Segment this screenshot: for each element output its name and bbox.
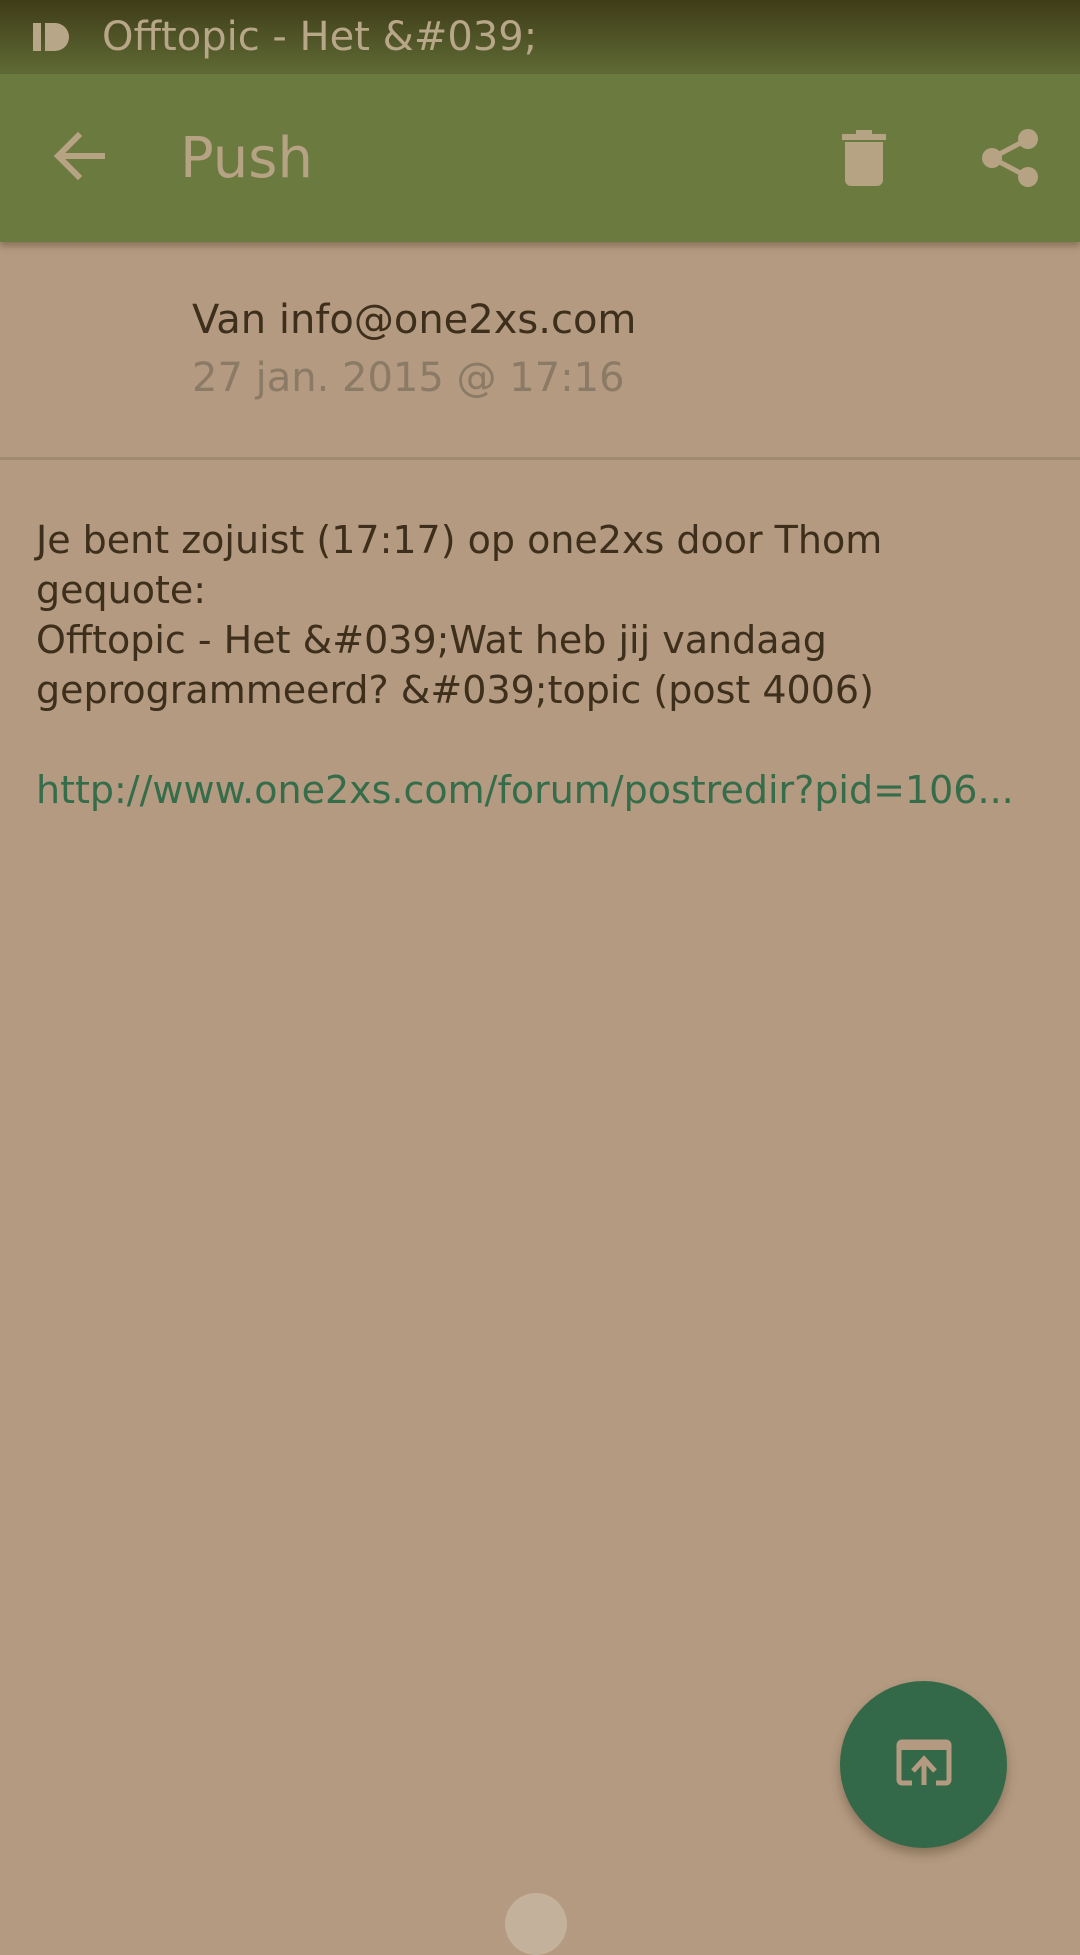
page-title: Push [180, 126, 313, 191]
open-in-browser-icon [896, 1739, 952, 1791]
message-line: gequote: [36, 568, 207, 612]
scroll-indicator [505, 1893, 567, 1955]
message-body: Je bent zojuist (17:17) op one2xs door T… [36, 515, 1046, 715]
app-bar: Push [0, 74, 1080, 242]
notification-text: Offtopic - Het &#039; [102, 14, 538, 60]
delete-button[interactable] [822, 118, 906, 202]
share-button[interactable] [968, 118, 1052, 202]
share-icon [980, 128, 1040, 192]
message-header: Van info@one2xs.com 27 jan. 2015 @ 17:16 [0, 242, 1080, 460]
open-in-browser-button[interactable] [840, 1681, 1007, 1848]
sender-address: Van info@one2xs.com [192, 297, 637, 343]
status-bar: Offtopic - Het &#039; [0, 0, 1080, 74]
message-link[interactable]: http://www.one2xs.com/forum/postredir?pi… [36, 765, 1046, 815]
message-line: Offtopic - Het &#039;Wat heb jij vandaag [36, 618, 827, 662]
message-line: geprogrammeerd? &#039;topic (post 4006) [36, 668, 874, 712]
arrow-left-icon [50, 126, 110, 190]
message-line: Je bent zojuist (17:17) op one2xs door T… [36, 518, 883, 562]
trash-icon [842, 130, 886, 190]
back-button[interactable] [40, 118, 120, 198]
app-logo-icon [33, 19, 75, 55]
message-date: 27 jan. 2015 @ 17:16 [192, 355, 625, 401]
